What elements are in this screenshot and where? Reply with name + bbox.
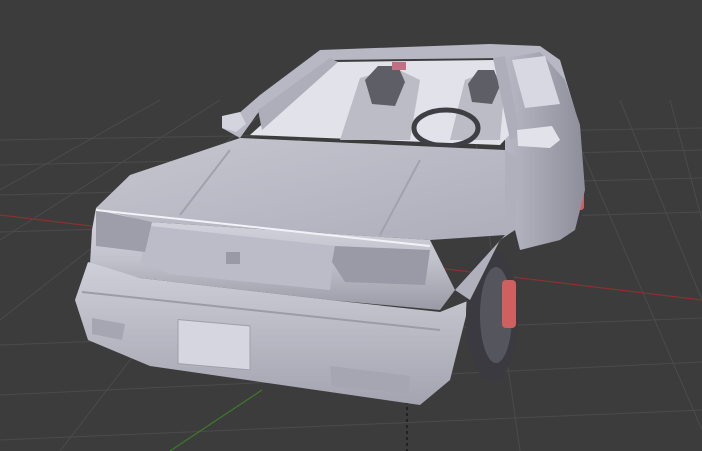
car-model[interactable]: [75, 44, 585, 405]
license-plate: [177, 319, 251, 371]
right-mirror: [517, 126, 560, 148]
y-axis-line: [169, 389, 263, 451]
3d-viewport[interactable]: [0, 0, 702, 451]
viewport-canvas[interactable]: [0, 0, 702, 451]
right-headlight: [332, 246, 430, 285]
front-right-wheel: [466, 249, 518, 381]
emblem: [226, 252, 240, 264]
